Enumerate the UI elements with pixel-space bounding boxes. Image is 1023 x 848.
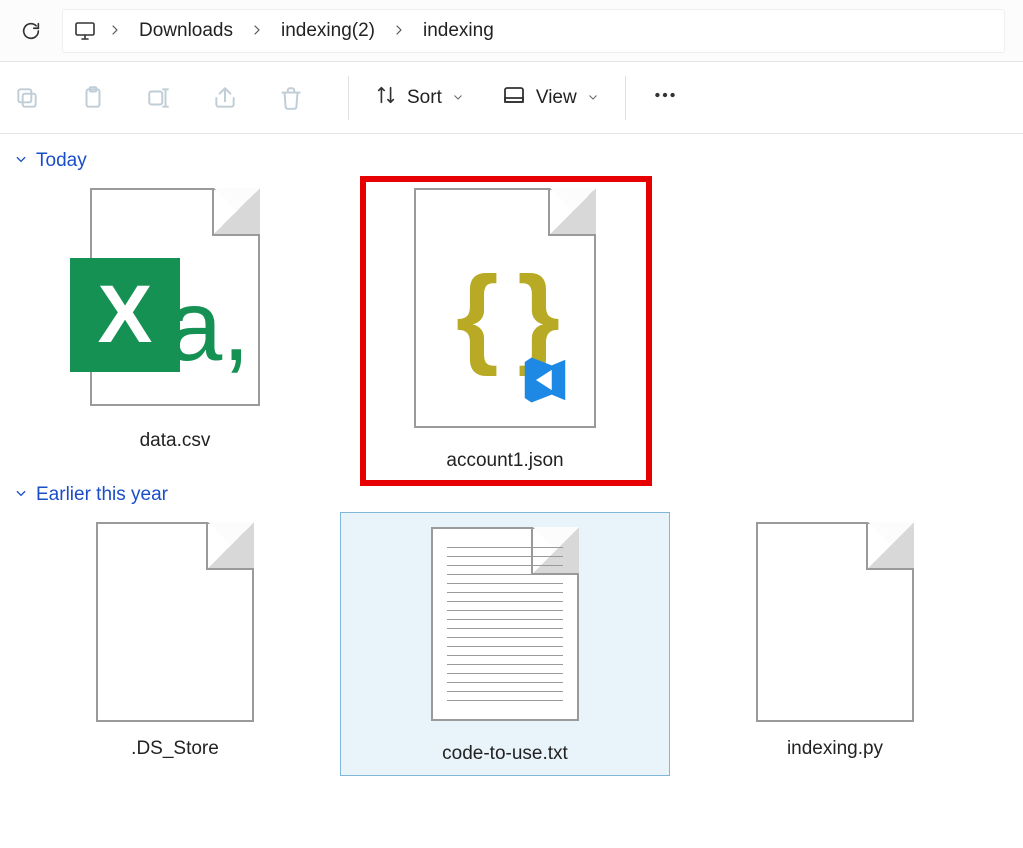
file-pane[interactable]: Today X a, data.csv { } bbox=[0, 134, 1023, 796]
csv-icon: a, bbox=[167, 276, 250, 376]
view-label: View bbox=[536, 87, 577, 109]
view-button[interactable]: View bbox=[494, 77, 607, 119]
copy-icon[interactable] bbox=[14, 85, 40, 111]
group-header-earlier[interactable]: Earlier this year bbox=[10, 478, 1013, 512]
toolbar-divider bbox=[625, 76, 626, 120]
chevron-down-icon bbox=[452, 87, 464, 109]
breadcrumb-segment[interactable]: indexing bbox=[417, 18, 500, 44]
file-item[interactable]: .DS_Store bbox=[10, 512, 340, 776]
sort-icon bbox=[375, 84, 397, 112]
breadcrumb-segment[interactable]: indexing(2) bbox=[275, 18, 381, 44]
file-name: indexing.py bbox=[675, 738, 995, 760]
file-name: account1.json bbox=[345, 450, 665, 472]
more-icon bbox=[652, 82, 678, 114]
chevron-down-icon bbox=[587, 87, 599, 109]
file-item[interactable]: code-to-use.txt bbox=[340, 512, 670, 776]
file-name: code-to-use.txt bbox=[346, 743, 664, 765]
file-name: .DS_Store bbox=[15, 738, 335, 760]
excel-icon: X bbox=[70, 258, 180, 372]
chevron-right-icon[interactable] bbox=[103, 20, 127, 42]
group-label: Earlier this year bbox=[36, 484, 168, 506]
group-header-today[interactable]: Today bbox=[10, 144, 1013, 178]
chevron-right-icon[interactable] bbox=[245, 20, 269, 42]
breadcrumb-segment[interactable]: Downloads bbox=[133, 18, 239, 44]
group-label: Today bbox=[36, 150, 87, 172]
paste-icon[interactable] bbox=[80, 85, 106, 111]
file-item[interactable]: { } account1.json bbox=[340, 178, 670, 478]
vscode-icon bbox=[518, 353, 572, 412]
toolbar: Sort View bbox=[0, 62, 1023, 134]
address-bar: Downloads indexing(2) indexing bbox=[0, 0, 1023, 62]
refresh-button[interactable] bbox=[20, 20, 42, 42]
sort-button[interactable]: Sort bbox=[367, 78, 472, 118]
chevron-down-icon bbox=[14, 484, 28, 506]
this-pc-icon[interactable] bbox=[73, 19, 97, 43]
rename-icon[interactable] bbox=[146, 85, 172, 111]
file-name: data.csv bbox=[15, 430, 335, 452]
share-icon[interactable] bbox=[212, 85, 238, 111]
text-file-icon bbox=[447, 543, 563, 705]
toolbar-divider bbox=[348, 76, 349, 120]
chevron-right-icon[interactable] bbox=[387, 20, 411, 42]
view-icon bbox=[502, 83, 526, 113]
file-item[interactable]: X a, data.csv bbox=[10, 178, 340, 478]
sort-label: Sort bbox=[407, 87, 442, 109]
more-button[interactable] bbox=[644, 76, 686, 120]
delete-icon[interactable] bbox=[278, 85, 304, 111]
chevron-down-icon bbox=[14, 150, 28, 172]
breadcrumb[interactable]: Downloads indexing(2) indexing bbox=[62, 9, 1005, 53]
file-item[interactable]: indexing.py bbox=[670, 512, 1000, 776]
